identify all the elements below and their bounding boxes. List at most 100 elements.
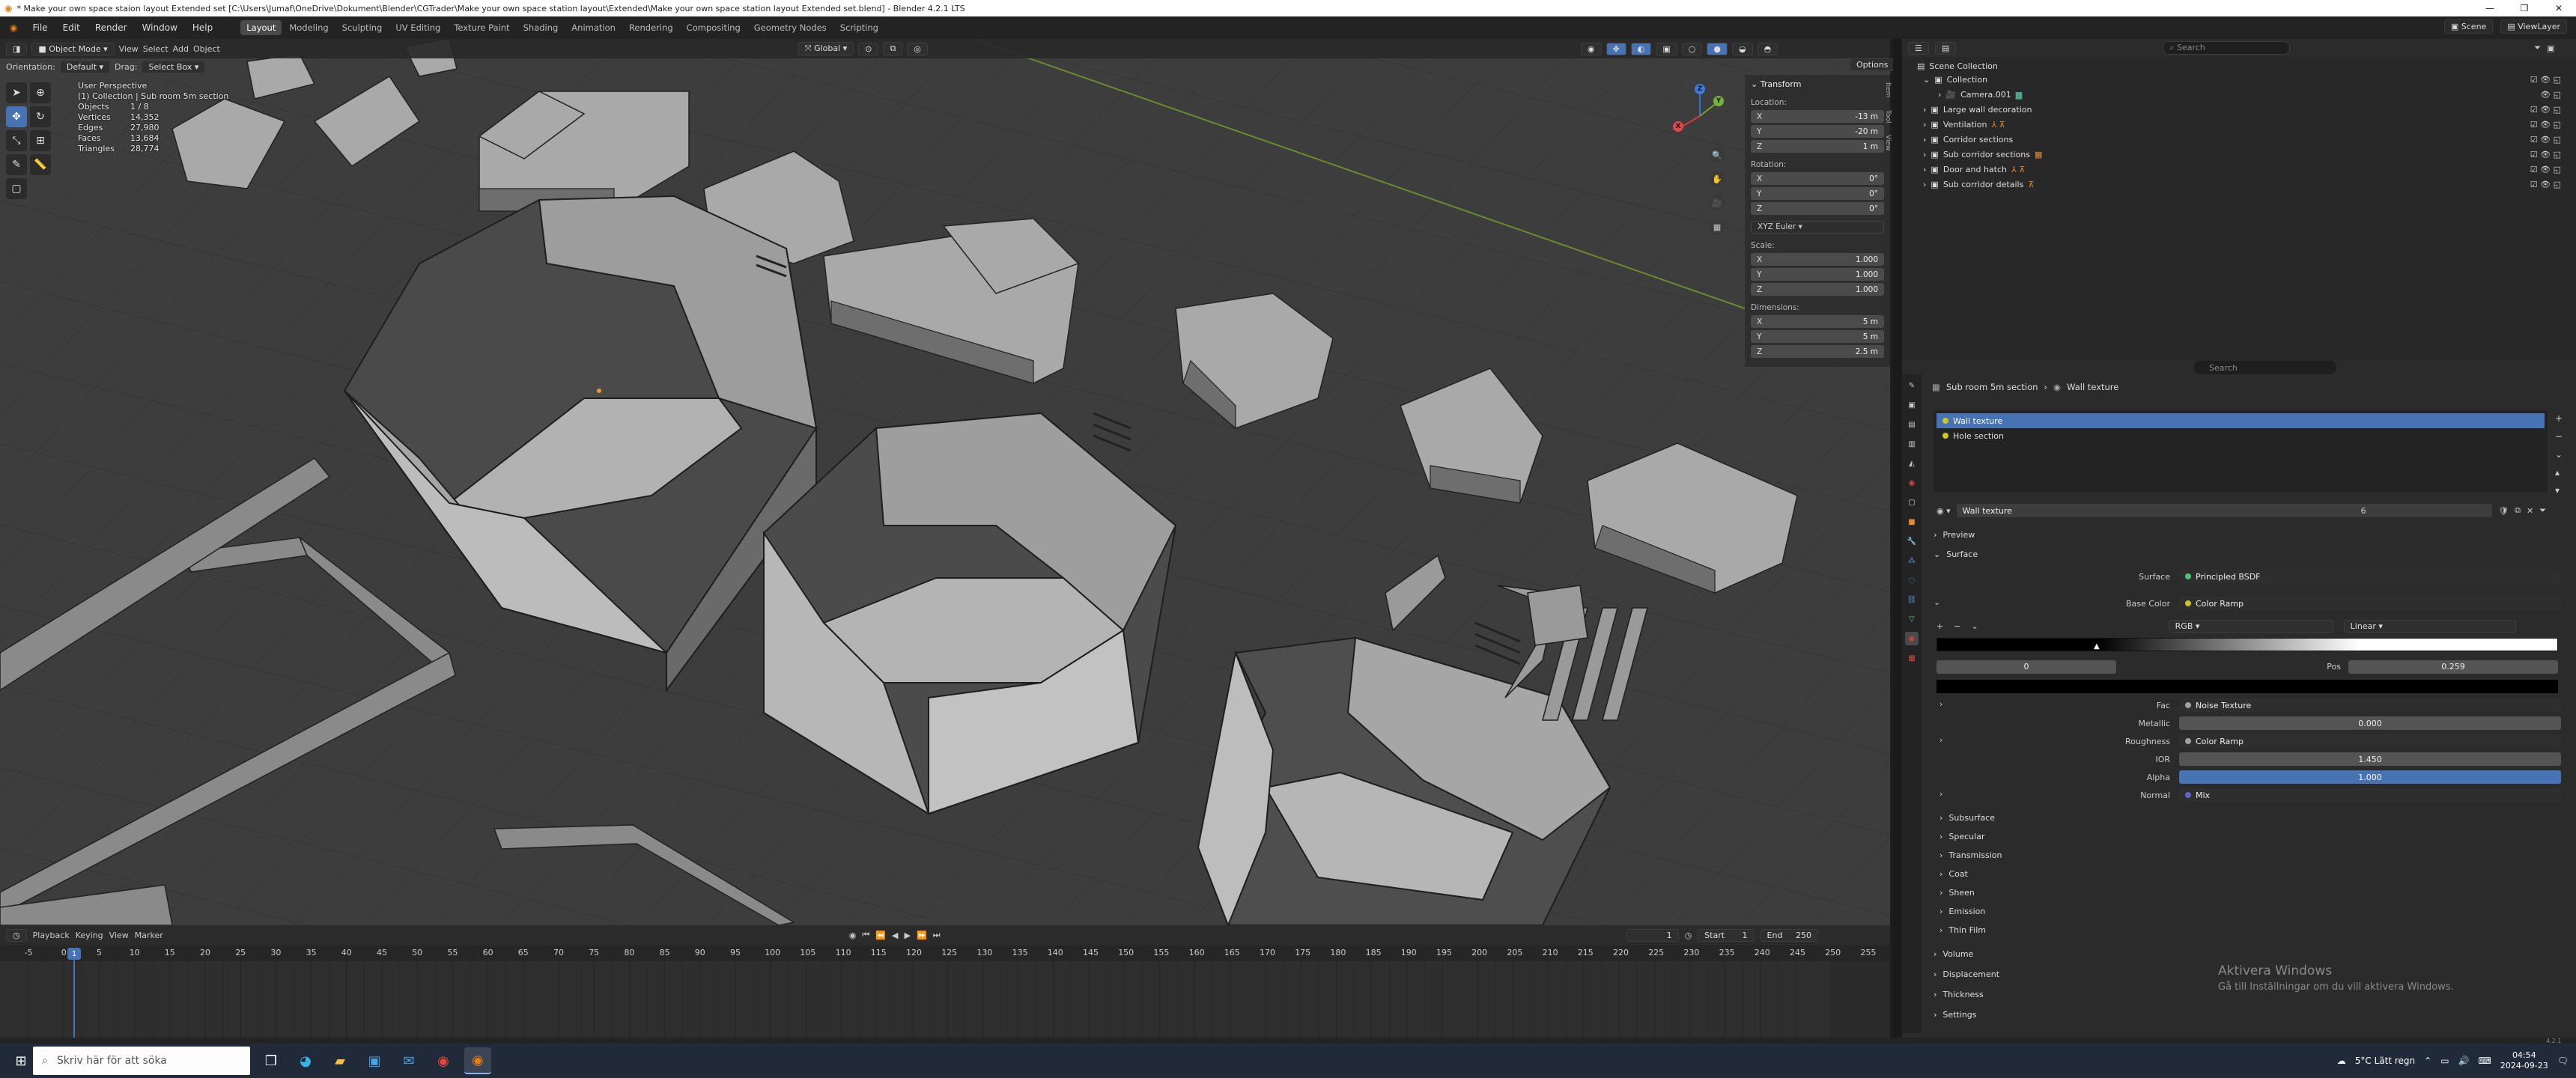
ramp-remove-button[interactable]: − (1954, 621, 1960, 631)
filter-icon[interactable]: ⏷ (2534, 43, 2541, 53)
viewport-menu-add[interactable]: Add (173, 44, 189, 54)
annotate-tool-button[interactable]: ✎ (6, 154, 27, 175)
base-color-expand-icon[interactable]: ⌄ (1933, 597, 1940, 607)
play-button[interactable]: ▶ (904, 931, 910, 940)
material-name-field[interactable]: Wall texture 6 (1956, 504, 2493, 517)
start-button[interactable]: ⊞ (7, 1047, 34, 1074)
subsection-emission[interactable]: › Emission (1939, 904, 1985, 919)
pan-button[interactable]: ✋ (1709, 171, 1725, 187)
workspace-tab-rendering[interactable]: Rendering (623, 20, 679, 35)
section-preview[interactable]: › Preview (1933, 527, 1975, 542)
outliner-item-large-wall-decoration[interactable]: › ▣ Large wall decoration ☑ 👁 ◱ (1917, 102, 2561, 117)
scale-x-field[interactable]: X 1.000 (1751, 253, 1884, 266)
edge-app-button[interactable]: ◕ (292, 1047, 319, 1074)
menu-render[interactable]: Render (88, 20, 134, 35)
outliner-item-ventilation[interactable]: › ▣ Ventilation ⅄ ⊼ ☑ 👁 ◱ (1917, 117, 2561, 132)
subsection-coat[interactable]: › Coat (1939, 866, 1968, 881)
timeline-track-area[interactable] (0, 961, 1885, 1038)
add-slot-button[interactable]: + (2555, 413, 2563, 424)
pivot-point-selector[interactable]: ⊙ (858, 42, 879, 55)
file-explorer-button[interactable]: ▰ (326, 1047, 353, 1074)
workspace-tab-compositing[interactable]: Compositing (681, 20, 747, 35)
workspace-tab-scripting[interactable]: Scripting (834, 20, 884, 35)
next-key-button[interactable]: ⏩ (917, 931, 927, 940)
viewport-menu-select[interactable]: Select (143, 44, 168, 54)
visibility-toggles[interactable]: ☑ 👁 ◱ (2530, 105, 2561, 115)
output-tab-icon[interactable]: ▤ (1905, 418, 1919, 431)
visibility-toggles[interactable]: ☑ 👁 ◱ (2530, 120, 2561, 130)
location-y-field[interactable]: Y -20 m (1751, 125, 1884, 138)
outliner-item-sub-corridor-details[interactable]: › ▣ Sub corridor details ⊼ ☑ 👁 ◱ (1917, 177, 2561, 192)
visibility-toggles[interactable]: ☑ 👁 ◱ (2530, 75, 2561, 85)
ramp-stop-1-icon[interactable]: ▲ (2094, 642, 2100, 651)
menu-help[interactable]: Help (186, 20, 219, 35)
mode-selector[interactable]: ■ Object Mode ▾ (31, 42, 115, 55)
volume-icon[interactable]: 🔊 (2458, 1056, 2470, 1066)
store-app-button[interactable]: ▣ (361, 1047, 388, 1074)
node-link-icon[interactable]: ⏷ (2539, 505, 2546, 516)
collection-tab-icon[interactable]: ▢ (1905, 496, 1919, 509)
display-mode-selector[interactable]: ▤ (1934, 41, 1957, 55)
orientation-default-selector[interactable]: Default ▾ (59, 60, 111, 73)
properties-search-input[interactable]: Search (2194, 361, 2336, 374)
jump-end-button[interactable]: ⏭ (933, 930, 941, 940)
sidebar-tab-view[interactable]: View (1884, 135, 1892, 150)
material-slot-wall-texture[interactable]: Wall texture (1936, 413, 2545, 428)
timeline-menu-keying[interactable]: Keying (76, 931, 103, 940)
close-button[interactable]: ✕ (2542, 0, 2576, 16)
remove-slot-button[interactable]: − (2555, 431, 2563, 442)
minimize-button[interactable]: — (2473, 0, 2507, 16)
chrome-app-button[interactable]: ◉ (430, 1047, 457, 1074)
auto-keying-button[interactable]: ◉ (849, 931, 857, 940)
outliner-item-scene-collection[interactable]: ▤ Scene Collection (1917, 58, 2561, 73)
rotation-mode-selector[interactable]: XYZ Euler ▾ (1751, 221, 1884, 234)
blender-menu-icon[interactable]: ◉ (3, 20, 24, 35)
visibility-toggles[interactable]: ☑ 👁 ◱ (2530, 180, 2561, 189)
rotation-y-field[interactable]: Y 0° (1751, 187, 1884, 200)
start-frame-field[interactable]: Start 1 (1698, 928, 1755, 942)
move-down-button[interactable]: ▾ (2555, 485, 2563, 496)
subsection-sheen[interactable]: › Sheen (1939, 885, 1975, 900)
outliner-item-collection[interactable]: ⌄ ▣ Collection ☑ 👁 ◱ (1917, 72, 2561, 87)
outliner-item-door-and-hatch[interactable]: › ▣ Door and hatch ⅄ ⊼ ☑ 👁 ◱ (1917, 162, 2561, 177)
visibility-toggles[interactable]: 👁 ◱ (2540, 90, 2561, 100)
ramp-interpolation-selector[interactable]: Linear ▾ (2343, 619, 2516, 633)
drag-selector[interactable]: Select Box ▾ (142, 60, 206, 73)
proportional-edit-toggle[interactable]: ◎ (907, 42, 928, 55)
metallic-field[interactable]: 0.000 (2179, 716, 2561, 730)
menu-edit[interactable]: Edit (56, 20, 87, 35)
ramp-pos-field[interactable]: 0.259 (2348, 660, 2558, 674)
normal-field[interactable]: Mix (2179, 788, 2561, 802)
navigation-gizmo[interactable]: Z X Y (1670, 82, 1730, 150)
shading-rendered-button[interactable]: ◓ (1757, 42, 1778, 55)
current-frame-field[interactable]: 1 (1626, 928, 1679, 942)
duplicate-material-icon[interactable]: ⧉ (2515, 505, 2521, 516)
shading-material-button[interactable]: ◒ (1731, 42, 1753, 55)
transform-panel-title[interactable]: ⌄ Transform (1751, 79, 1884, 89)
viewport-menu-object[interactable]: Object (193, 44, 220, 54)
material-tab-icon[interactable]: ◉ (1905, 632, 1919, 645)
subsection-transmission[interactable]: › Transmission (1939, 847, 2002, 862)
scale-y-field[interactable]: Y 1.000 (1751, 268, 1884, 281)
timeline-menu-view[interactable]: View (109, 931, 129, 940)
outliner-search-input[interactable]: ⌕ Search (2163, 41, 2291, 55)
data-tab-icon[interactable]: ▽ (1905, 612, 1919, 626)
visibility-selector[interactable]: ◉ (1580, 42, 1602, 55)
workspace-tab-geometry-nodes[interactable]: Geometry Nodes (748, 20, 833, 35)
weather-text[interactable]: 5°C Lätt regn (2355, 1056, 2415, 1066)
add-cube-tool-button[interactable]: ▢ (6, 178, 27, 199)
shading-wireframe-button[interactable]: ○ (1681, 42, 1703, 55)
outliner-editor-type[interactable]: ☰ (1908, 41, 1929, 55)
ior-field[interactable]: 1.450 (2179, 752, 2561, 766)
normal-expand-icon[interactable]: › (1939, 789, 1942, 799)
physics-tab-icon[interactable]: ◌ (1905, 573, 1919, 587)
workspace-tab-modeling[interactable]: Modeling (283, 20, 334, 35)
zoom-button[interactable]: 🔍 (1709, 147, 1725, 163)
timeline-ruler[interactable]: -5 0 5 10 15 20 25 30 35 40 45 50 55 60 65 70 75 80 85 90 95… (0, 945, 1890, 961)
visibility-toggles[interactable]: ☑ 👁 ◱ (2530, 165, 2561, 174)
blender-app-button[interactable]: ◉ (464, 1047, 491, 1074)
new-collection-icon[interactable]: ▣ (2547, 43, 2554, 53)
gizmo-x-axis[interactable]: X (1673, 121, 1683, 132)
alpha-field[interactable]: 1.000 (2179, 770, 2561, 784)
taskbar-search-input[interactable]: ⌕ Skriv här för att söka (33, 1047, 250, 1075)
